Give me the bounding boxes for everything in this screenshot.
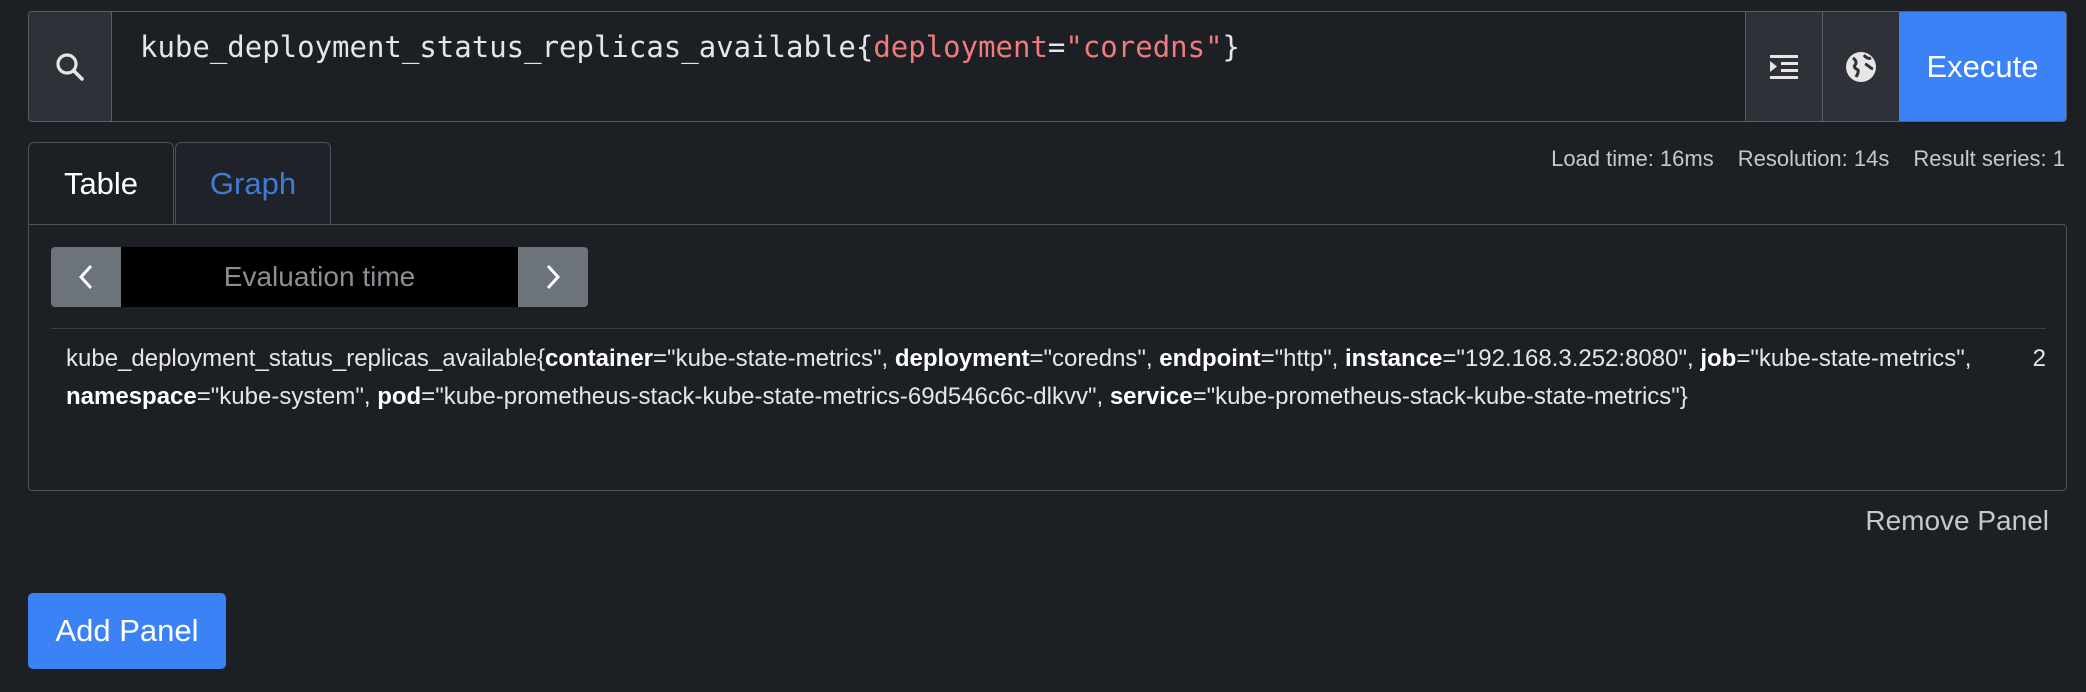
remove-panel-link[interactable]: Remove Panel — [1865, 505, 2049, 537]
chevron-left-icon — [78, 264, 93, 290]
label-text: ="kube-prometheus-stack-kube-state-metri… — [421, 383, 1110, 410]
query-label-value: "coredns" — [1065, 30, 1223, 64]
previous-time-button[interactable] — [51, 247, 121, 307]
globe-icon — [1846, 51, 1876, 82]
label-text: ="kube-system", — [196, 383, 378, 410]
evaluation-time-input[interactable]: Evaluation time — [121, 247, 518, 307]
label-key: namespace — [66, 383, 197, 410]
result-series: Result series: 1 — [1913, 146, 2065, 171]
label-text: ="http", — [1260, 345, 1346, 372]
query-close-brace: } — [1222, 30, 1240, 64]
label-key: deployment — [894, 345, 1030, 372]
query-stats: Load time: 16ms Resolution: 14s Result s… — [1551, 146, 2065, 172]
label-text: ="192.168.3.252:8080", — [1442, 345, 1701, 372]
evaluation-time-control: Evaluation time — [51, 247, 588, 307]
label-key: service — [1109, 383, 1193, 410]
label-key: job — [1700, 345, 1737, 372]
indent-icon — [1770, 54, 1798, 79]
query-expression-input[interactable]: kube_deployment_status_replicas_availabl… — [112, 12, 1745, 121]
search-icon — [29, 12, 112, 121]
query-bar: kube_deployment_status_replicas_availabl… — [28, 11, 2067, 122]
label-key: instance — [1345, 345, 1443, 372]
label-key: endpoint — [1159, 345, 1261, 372]
label-text: ="coredns", — [1029, 345, 1160, 372]
result-value: 2 — [2032, 345, 2046, 372]
tab-table[interactable]: Table — [28, 142, 174, 225]
query-metric-name: kube_deployment_status_replicas_availabl… — [140, 30, 856, 64]
query-label-name: deployment — [873, 30, 1048, 64]
format-expression-button[interactable] — [1745, 12, 1822, 121]
label-text: kube_deployment_status_replicas_availabl… — [66, 345, 545, 372]
label-text: ="kube-prometheus-stack-kube-state-metri… — [1192, 383, 1688, 410]
label-text: ="kube-state-metrics", — [1736, 345, 1972, 372]
chevron-right-icon — [546, 264, 561, 290]
result-series-labels: kube_deployment_status_replicas_availabl… — [66, 340, 1986, 416]
metrics-explorer-button[interactable] — [1822, 12, 1899, 121]
table-panel: Evaluation time kube_deployment_status_r… — [28, 224, 2067, 491]
execute-button[interactable]: Execute — [1899, 12, 2066, 121]
next-time-button[interactable] — [518, 247, 588, 307]
query-open-brace: { — [855, 30, 874, 64]
label-key: container — [545, 345, 654, 372]
expression-browser: kube_deployment_status_replicas_availabl… — [0, 0, 2086, 692]
label-key: pod — [377, 383, 422, 410]
resolution: Resolution: 14s — [1737, 146, 1890, 171]
add-panel-button[interactable]: Add Panel — [28, 593, 226, 669]
table-divider — [51, 328, 2046, 329]
tab-graph[interactable]: Graph — [175, 142, 331, 225]
query-equals: = — [1047, 30, 1066, 64]
load-time: Load time: 16ms — [1551, 146, 1714, 171]
label-text: ="kube-state-metrics", — [653, 345, 895, 372]
